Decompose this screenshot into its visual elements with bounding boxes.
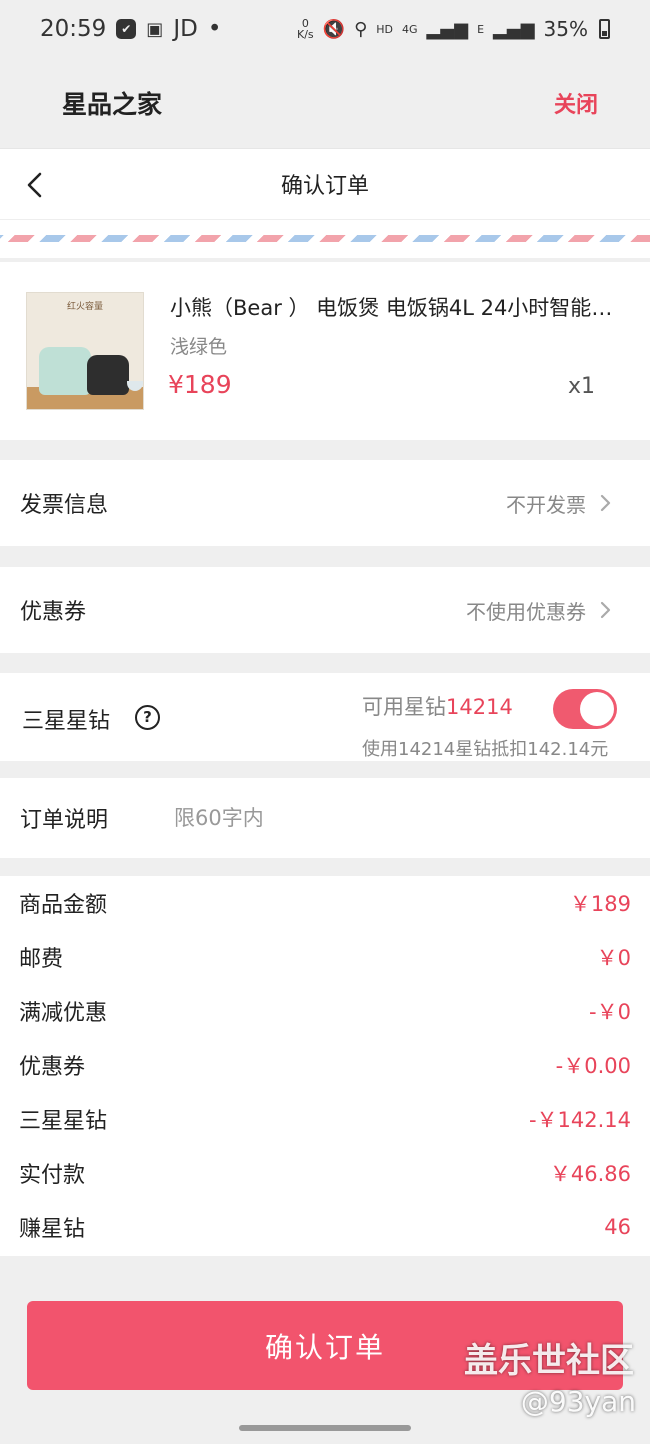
summary-value: ￥0	[596, 946, 631, 970]
product-image: 红火容量	[26, 292, 144, 410]
back-arrow-icon[interactable]	[22, 171, 50, 199]
net-speed-unit: K/s	[296, 28, 314, 41]
coupon-row[interactable]: 优惠券 不使用优惠券	[0, 567, 650, 653]
diamonds-toggle[interactable]	[553, 689, 617, 729]
summary-value: -￥0	[589, 1000, 631, 1024]
notification-dot: •	[207, 16, 222, 42]
product-image-cooker-green	[39, 347, 91, 395]
signal-icon: ▂▄▆	[426, 18, 469, 40]
summary-label: 邮费	[19, 947, 64, 972]
watermark-handle: @93yan	[520, 1385, 636, 1418]
order-note-input[interactable]	[174, 806, 555, 830]
app-title: 星品之家	[62, 90, 163, 119]
product-price: ¥189	[168, 370, 232, 399]
coupon-label: 优惠券	[20, 600, 87, 625]
invoice-row[interactable]: 发票信息 不开发票	[0, 460, 650, 546]
product-quantity: x1	[567, 374, 595, 399]
help-icon[interactable]: ?	[135, 705, 160, 730]
invoice-label: 发票信息	[20, 493, 109, 518]
summary-line: 商品金额 ￥189	[0, 876, 650, 930]
messenger-icon: ✔	[116, 19, 137, 39]
signal-e-indicator: E	[477, 22, 485, 36]
gallery-icon: ▣	[146, 18, 164, 40]
battery-percent: 35%	[543, 17, 588, 41]
coupon-value: 不使用优惠券	[466, 599, 586, 624]
toggle-knob	[580, 692, 614, 726]
diamonds-label: 三星星钻	[22, 709, 111, 734]
status-time: 20:59	[40, 16, 107, 42]
page-title: 确认订单	[280, 174, 369, 199]
battery-icon	[599, 19, 610, 39]
summary-value: ￥46.86	[549, 1162, 631, 1186]
address-divider	[0, 220, 650, 258]
diamonds-available: 可用星钻14214	[362, 691, 513, 721]
summary-line: 赚星钻 46	[0, 1200, 650, 1254]
summary-line: 优惠券 -￥0.00	[0, 1038, 650, 1092]
location-icon: ⚲	[354, 18, 368, 40]
price-summary: 商品金额 ￥189 邮费 ￥0 满减优惠 -￥0 优惠券 -￥0.00 三星星钻…	[0, 876, 650, 1256]
nav-bar: 确认订单	[0, 148, 650, 220]
watermark-title: 盖乐世社区	[464, 1341, 634, 1381]
summary-label: 赚星钻	[19, 1217, 86, 1242]
summary-line: 邮费 ￥0	[0, 930, 650, 984]
diamonds-description: 使用14214星钻抵扣142.14元	[362, 739, 609, 760]
app-bar: 星品之家 关闭	[0, 58, 650, 148]
summary-value: -￥142.14	[528, 1108, 631, 1132]
summary-value: -￥0.00	[555, 1054, 631, 1078]
summary-label: 三星星钻	[19, 1109, 108, 1134]
summary-line: 三星星钻 -￥142.14	[0, 1092, 650, 1146]
status-carrier: JD	[173, 16, 198, 42]
chevron-right-icon	[600, 494, 611, 512]
hd-indicator: HD	[376, 22, 393, 36]
mute-icon: 🔇	[322, 18, 346, 40]
status-bar: 20:59 ✔ ▣ JD • 0 K/s 🔇 ⚲ HD 4G ▂▄▆ E ▂▄▆…	[0, 0, 650, 58]
lte-indicator: 4G	[402, 22, 418, 36]
invoice-value: 不开发票	[506, 492, 586, 517]
product-card[interactable]: 红火容量 小熊（Bear ） 电饭煲 电饭锅4L 24小时智能预约多功能煮饭锅 …	[0, 262, 650, 440]
diamonds-row: 三星星钻 ? 可用星钻14214 使用14214星钻抵扣142.14元	[0, 673, 650, 761]
signal-icon-2: ▂▄▆	[493, 18, 535, 40]
summary-value: 46	[604, 1215, 631, 1239]
product-name: 小熊（Bear ） 电饭煲 电饭锅4L 24小时智能预约多功能煮饭锅	[170, 296, 625, 320]
product-image-cooker-black	[87, 355, 129, 395]
chevron-right-icon	[600, 601, 611, 619]
home-indicator[interactable]	[239, 1425, 411, 1431]
summary-label: 满减优惠	[19, 1001, 108, 1026]
order-note-label: 订单说明	[20, 808, 109, 833]
order-note-row: 订单说明	[0, 778, 650, 858]
product-image-caption: 红火容量	[66, 302, 103, 312]
net-speed: 0 K/s	[297, 18, 314, 40]
diamonds-available-count: 14214	[446, 695, 513, 719]
summary-value: ￥189	[569, 892, 631, 916]
summary-label: 商品金额	[19, 893, 108, 918]
summary-label: 实付款	[19, 1163, 86, 1188]
airmail-stripe	[0, 235, 650, 242]
product-spec: 浅绿色	[170, 336, 228, 358]
diamonds-available-prefix: 可用星钻	[362, 695, 446, 719]
close-button[interactable]: 关闭	[554, 87, 598, 119]
summary-line: 实付款 ￥46.86	[0, 1146, 650, 1200]
summary-line: 满减优惠 -￥0	[0, 984, 650, 1038]
summary-label: 优惠券	[19, 1055, 86, 1080]
